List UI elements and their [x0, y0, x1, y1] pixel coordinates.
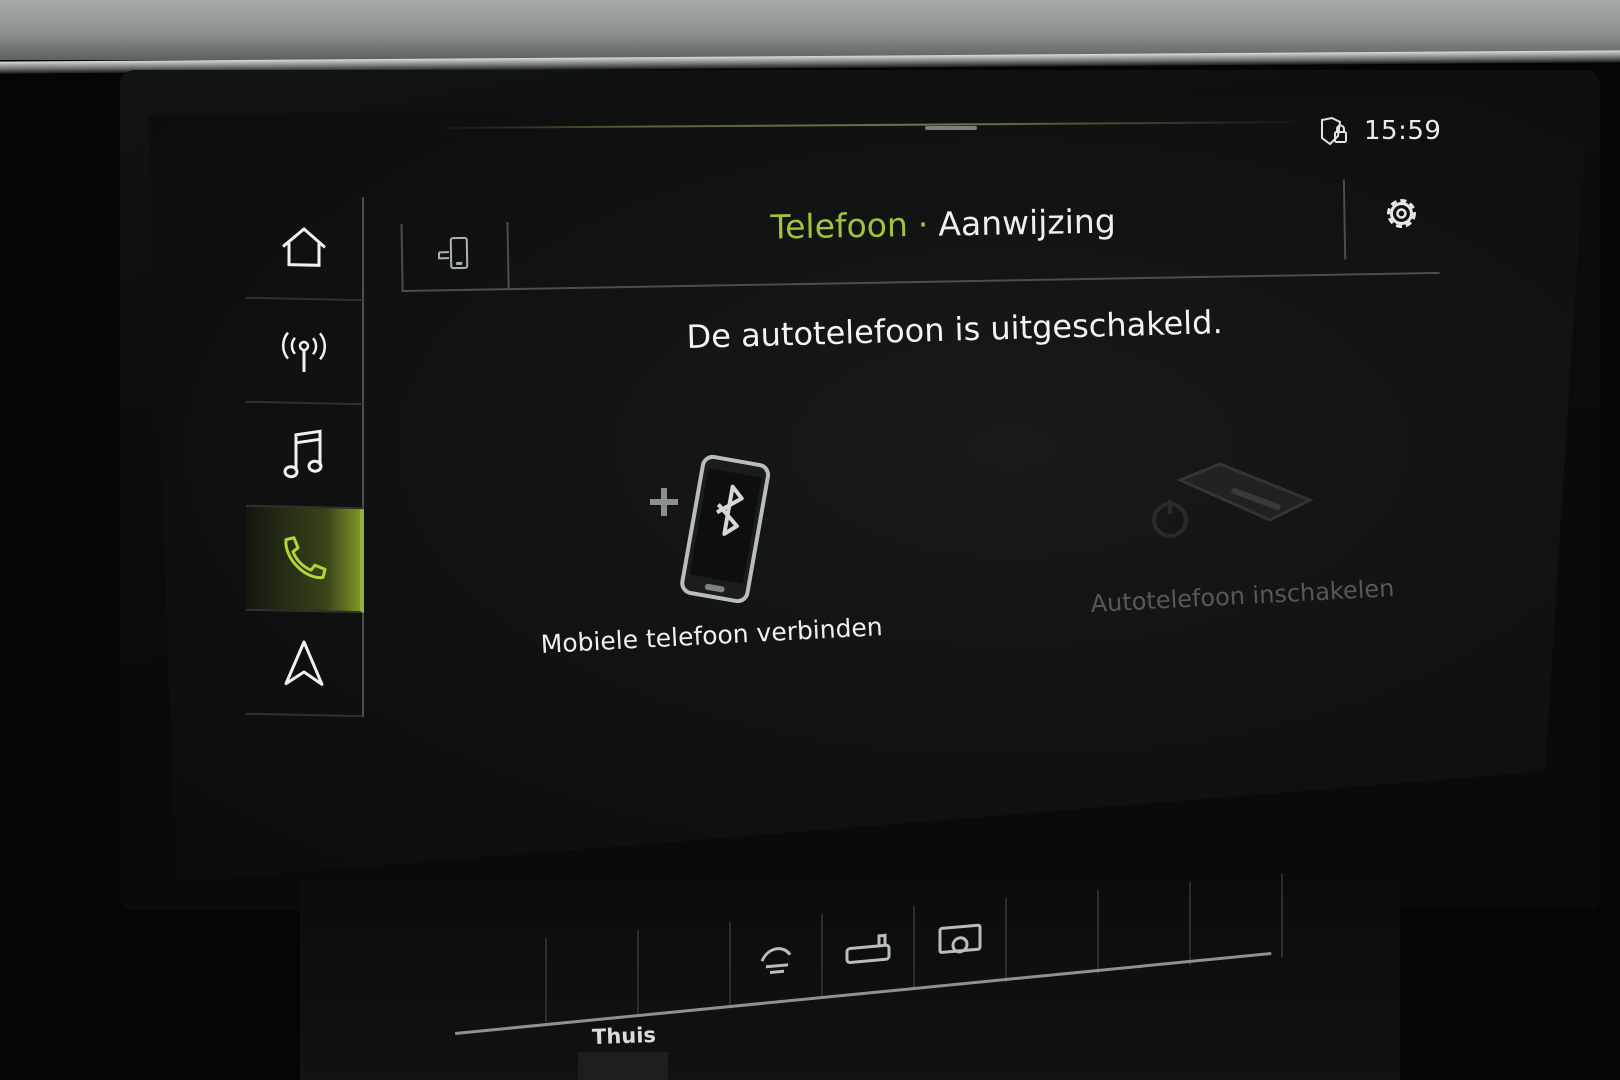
breadcrumb-app[interactable]: Telefoon — [770, 205, 908, 246]
sidebar-item-home[interactable] — [246, 194, 364, 302]
breadcrumb: Telefoon · Aanwijzing — [770, 202, 1116, 247]
console-seat-heat-button[interactable] — [823, 905, 915, 998]
sidebar-item-navigation[interactable] — [246, 610, 364, 718]
phone-icon — [276, 533, 330, 584]
dashboard-trim — [0, 0, 1620, 60]
fan-icon — [754, 936, 798, 984]
radio-antenna-icon — [279, 325, 329, 376]
phone-switch-icon — [435, 234, 476, 279]
console-tile[interactable] — [455, 937, 547, 1030]
connect-phone-button[interactable]: Mobiele telefoon verbinden — [530, 450, 890, 680]
console-tile[interactable] — [1007, 889, 1099, 982]
console-tile[interactable] — [639, 921, 731, 1014]
navigation-arrow-icon — [282, 638, 326, 689]
display-icon — [936, 921, 984, 967]
seat-heat-icon — [843, 931, 893, 973]
breadcrumb-separator: · — [917, 204, 929, 244]
settings-button[interactable] — [1378, 190, 1425, 237]
header-bar: Telefoon · Aanwijzing — [400, 178, 1442, 292]
sidebar-item-phone[interactable] — [246, 506, 364, 614]
sidebar-item-radio[interactable] — [246, 298, 364, 406]
console-selected-tab — [578, 1052, 668, 1080]
home-icon — [279, 224, 329, 269]
music-note-icon — [282, 427, 326, 484]
header-separator — [1342, 179, 1347, 260]
console-display-button[interactable] — [915, 897, 1007, 990]
enable-car-phone-button[interactable]: Autotelefoon inschakelen — [1080, 430, 1400, 640]
clock: 15:59 — [1364, 116, 1442, 146]
drag-handle[interactable] — [925, 126, 977, 130]
breadcrumb-page: Aanwijzing — [937, 201, 1117, 244]
add-bluetooth-phone-icon — [630, 450, 780, 610]
enable-car-phone-label: Autotelefoon inschakelen — [1090, 574, 1395, 618]
console-tile[interactable] — [547, 929, 639, 1022]
console-tile[interactable] — [1099, 881, 1191, 974]
console-tab-label[interactable]: Thuis — [592, 1023, 657, 1049]
gear-icon — [1379, 199, 1425, 241]
sidebar-nav — [246, 194, 364, 729]
console-fan-button[interactable] — [731, 913, 823, 1006]
car-phone-power-icon — [1140, 450, 1320, 560]
sidebar-item-music[interactable] — [246, 402, 364, 510]
connect-phone-label: Mobiele telefoon verbinden — [540, 612, 884, 659]
phone-switch-button[interactable] — [400, 222, 510, 292]
shield-lock-icon — [1316, 116, 1350, 148]
